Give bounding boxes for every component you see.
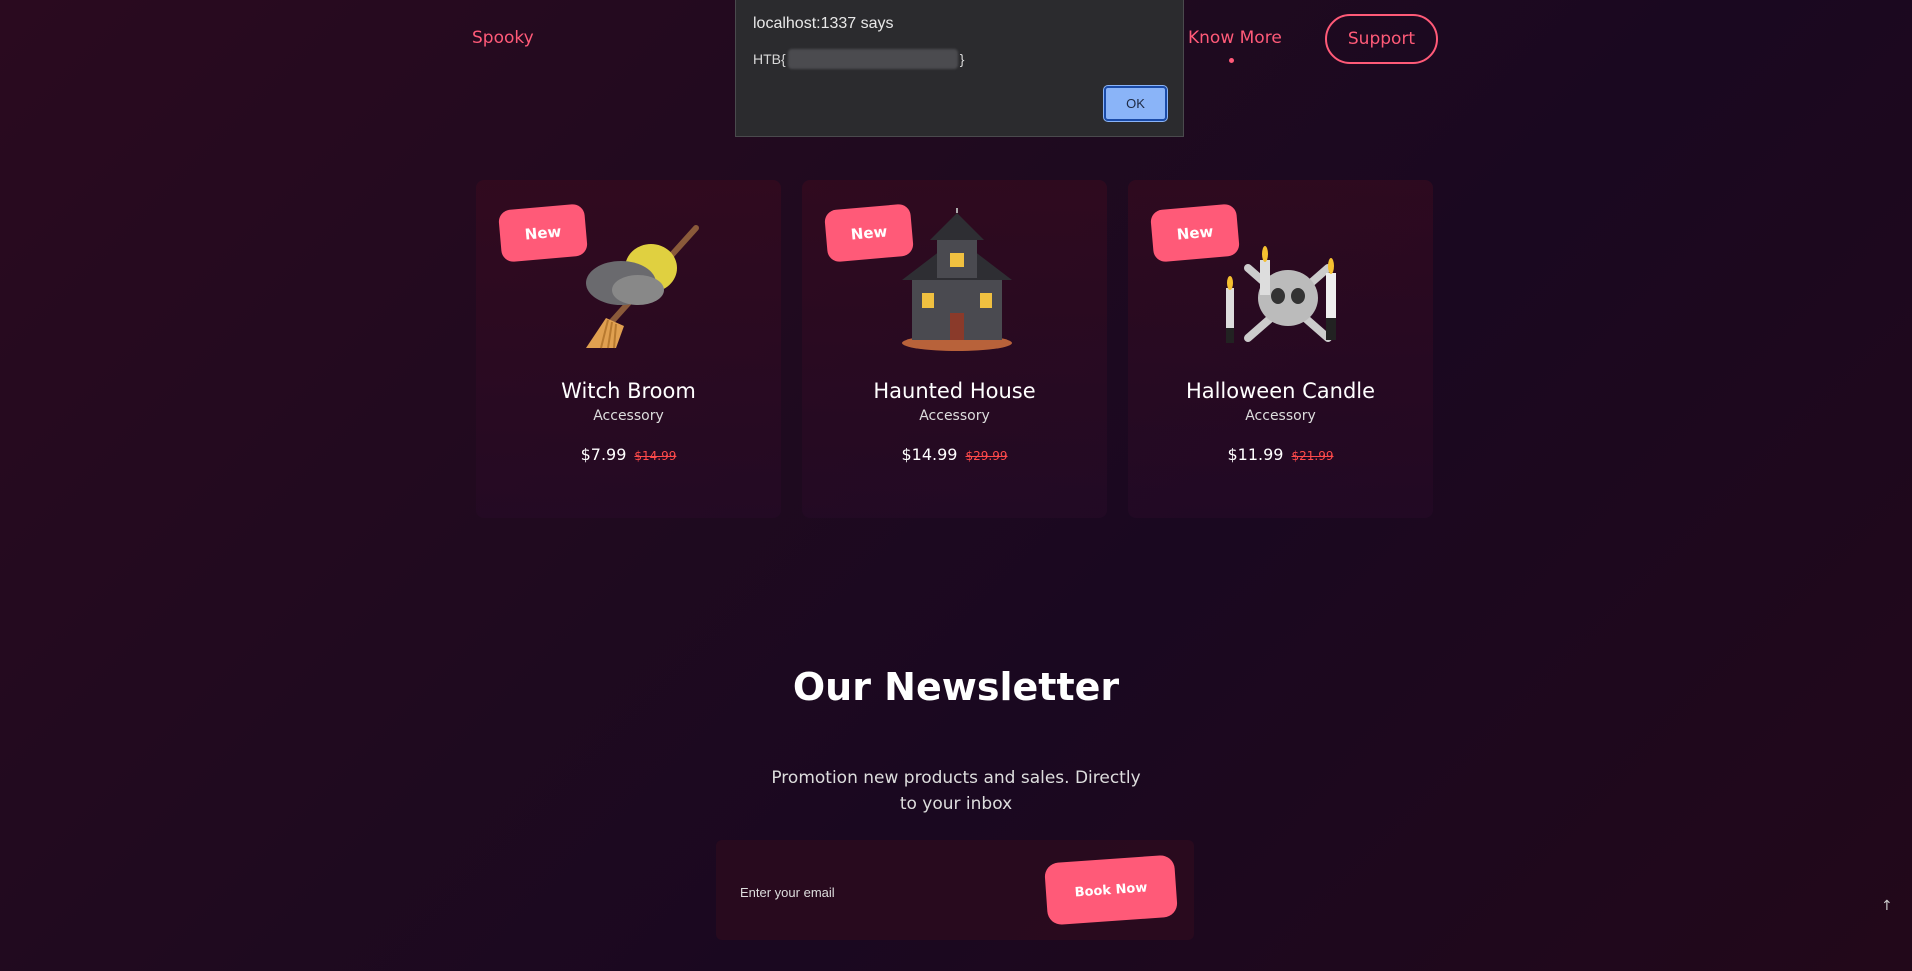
scroll-to-top-button[interactable]: ↑ <box>1881 898 1893 914</box>
product-price: $7.99 <box>580 445 627 464</box>
alert-message: HTB{} <box>753 49 964 69</box>
support-button[interactable]: Support <box>1325 14 1438 64</box>
product-title: Haunted House <box>873 379 1036 403</box>
product-old-price: $29.99 <box>965 449 1008 463</box>
product-old-price: $14.99 <box>634 449 677 463</box>
newsletter-title: Our Newsletter <box>792 665 1120 709</box>
alert-message-suffix: } <box>959 51 965 67</box>
product-card[interactable]: New Haunted House Accessory $14.99 $29.99 <box>802 180 1107 518</box>
nav-know-more-link[interactable]: Know More <box>1188 28 1282 48</box>
product-old-price: $21.99 <box>1291 449 1334 463</box>
haunted-house-icon <box>902 208 1012 351</box>
book-now-button[interactable]: Book Now <box>1043 854 1179 926</box>
product-price: $14.99 <box>901 445 958 464</box>
email-input[interactable] <box>738 880 1042 904</box>
product-price-row: $7.99 $14.99 <box>476 445 781 464</box>
alert-message-prefix: HTB{ <box>753 51 786 67</box>
nav-brand-link[interactable]: Spooky <box>472 28 534 48</box>
product-title: Halloween Candle <box>1185 379 1376 403</box>
product-price: $11.99 <box>1227 445 1284 464</box>
alert-title: localhost:1337 says <box>753 15 894 32</box>
product-price-row: $14.99 $29.99 <box>802 445 1107 464</box>
witch-broom-icon <box>586 225 699 349</box>
product-category: Accessory <box>593 408 664 424</box>
product-card[interactable]: New Halloween Candle Accessory $11.99 $21… <box>1128 180 1433 518</box>
product-category: Accessory <box>919 408 990 424</box>
nav-active-indicator <box>1229 58 1234 63</box>
product-price-row: $11.99 $21.99 <box>1128 445 1433 464</box>
alert-ok-button[interactable]: OK <box>1103 85 1168 122</box>
redacted-flag <box>787 49 958 69</box>
product-card[interactable]: New Witch Broom Accessory $7.99 $14.99 <box>476 180 781 518</box>
skull-candle-icon <box>1226 246 1336 343</box>
product-category: Accessory <box>1245 408 1316 424</box>
product-title: Witch Broom <box>561 379 696 403</box>
newsletter-description: Promotion new products and sales. Direct… <box>771 768 1141 814</box>
